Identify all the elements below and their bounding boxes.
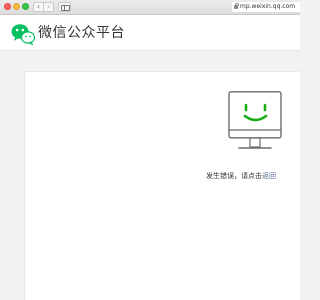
address-bar[interactable]: mp.weixin.qq.com <box>232 2 300 12</box>
zoom-window-button[interactable] <box>22 3 29 10</box>
return-link[interactable]: 返回 <box>262 172 276 180</box>
sidebar-toggle-button[interactable] <box>58 2 71 12</box>
sidebar-icon <box>61 5 70 11</box>
browser-toolbar: ‹ › mp.weixin.qq.com <box>0 0 300 15</box>
forward-button[interactable]: › <box>43 2 54 12</box>
address-text: mp.weixin.qq.com <box>240 3 296 10</box>
smiling-monitor-icon <box>228 91 282 149</box>
browser-window: ‹ › mp.weixin.qq.com 微信公众平台 发生错误，请点击返回 <box>0 0 300 300</box>
page-title: 微信公众平台 <box>38 25 125 41</box>
wechat-logo-icon[interactable] <box>11 23 35 45</box>
error-message: 发生错误，请点击返回 <box>206 171 276 181</box>
chevron-right-icon: › <box>46 2 51 11</box>
error-message-text: 发生错误，请点击 <box>206 172 262 180</box>
site-header: 微信公众平台 <box>0 15 300 51</box>
chevron-left-icon: ‹ <box>36 2 41 11</box>
close-window-button[interactable] <box>4 3 11 10</box>
minimize-window-button[interactable] <box>13 3 20 10</box>
lock-icon <box>234 3 239 9</box>
